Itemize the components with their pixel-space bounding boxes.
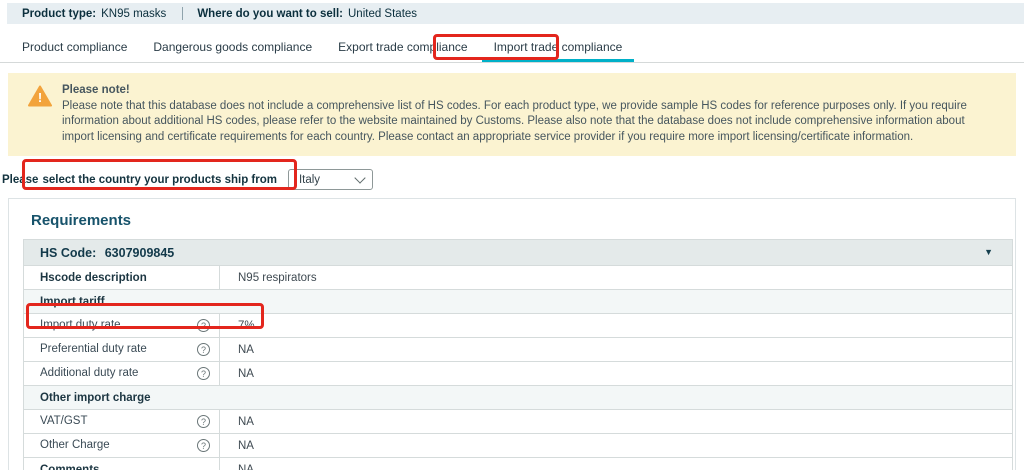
row-label: Preferential duty rate? <box>24 338 220 362</box>
country-label-prefix: Please <box>2 174 38 186</box>
chevron-down-icon <box>354 172 365 183</box>
row-value: 7% <box>220 314 1013 338</box>
hs-code-label: HS Code: <box>40 246 96 260</box>
country-dropdown[interactable]: Italy <box>288 169 373 190</box>
row-label: VAT/GST? <box>24 410 220 434</box>
table-row: Additional duty rate?NA <box>24 362 1013 386</box>
table-row: VAT/GST?NA <box>24 410 1013 434</box>
row-value: NA <box>220 362 1013 386</box>
country-label: select the country your products ship fr… <box>42 174 277 186</box>
sell-location-value: United States <box>348 8 417 20</box>
table-row: Import duty rate?7% <box>24 314 1013 338</box>
section-label: Other import charge <box>24 386 1013 410</box>
section-row: Import tariff <box>24 290 1013 314</box>
help-icon[interactable]: ? <box>197 439 210 452</box>
row-value: N95 respirators <box>220 266 1013 290</box>
notice-title: Please note! <box>62 83 996 99</box>
warning-triangle-icon: ! <box>28 85 52 145</box>
requirements-title: Requirements <box>31 212 1001 229</box>
row-label: Import duty rate? <box>24 314 220 338</box>
row-value: NA <box>220 458 1013 470</box>
row-label: Other Charge? <box>24 434 220 458</box>
section-row: Other import charge <box>24 386 1013 410</box>
section-label: Import tariff <box>24 290 1013 314</box>
hs-code-value: 6307909845 <box>105 246 175 260</box>
sell-location-label: Where do you want to sell: <box>197 8 343 20</box>
notice-banner: ! Please note! Please note that this dat… <box>8 73 1016 156</box>
requirements-panel: Requirements HS Code: 6307909845 ▼ Hscod… <box>8 198 1016 470</box>
svg-text:!: ! <box>38 90 42 105</box>
country-selector-row: Please select the country your products … <box>2 169 1024 190</box>
row-value: NA <box>220 434 1013 458</box>
country-dropdown-value: Italy <box>299 174 320 186</box>
table-row: CommentsNA <box>24 458 1013 470</box>
tab-dangerous-goods-compliance[interactable]: Dangerous goods compliance <box>141 33 324 62</box>
compliance-tabs: Product complianceDangerous goods compli… <box>0 33 1024 63</box>
collapse-caret-icon[interactable]: ▼ <box>984 247 993 257</box>
hs-code-header-row[interactable]: HS Code: 6307909845 ▼ <box>24 240 1013 266</box>
requirements-table: HS Code: 6307909845 ▼ Hscode description… <box>23 239 1013 470</box>
row-label: Additional duty rate? <box>24 362 220 386</box>
table-row: Preferential duty rate?NA <box>24 338 1013 362</box>
tab-import-trade-compliance[interactable]: Import trade compliance <box>482 33 635 62</box>
divider <box>182 7 183 20</box>
tab-product-compliance[interactable]: Product compliance <box>10 33 139 62</box>
row-value: NA <box>220 410 1013 434</box>
table-row: Other Charge?NA <box>24 434 1013 458</box>
help-icon[interactable]: ? <box>197 319 210 332</box>
table-row: Hscode descriptionN95 respirators <box>24 266 1013 290</box>
context-bar: Product type: KN95 masks Where do you wa… <box>7 3 1024 24</box>
help-icon[interactable]: ? <box>197 343 210 356</box>
tab-export-trade-compliance[interactable]: Export trade compliance <box>326 33 479 62</box>
row-label: Comments <box>24 458 220 470</box>
notice-body: Please note that this database does not … <box>62 99 996 146</box>
help-icon[interactable]: ? <box>197 415 210 428</box>
row-label: Hscode description <box>24 266 220 290</box>
row-value: NA <box>220 338 1013 362</box>
product-type-label: Product type: <box>22 8 96 20</box>
product-type-value: KN95 masks <box>101 8 166 20</box>
help-icon[interactable]: ? <box>197 367 210 380</box>
